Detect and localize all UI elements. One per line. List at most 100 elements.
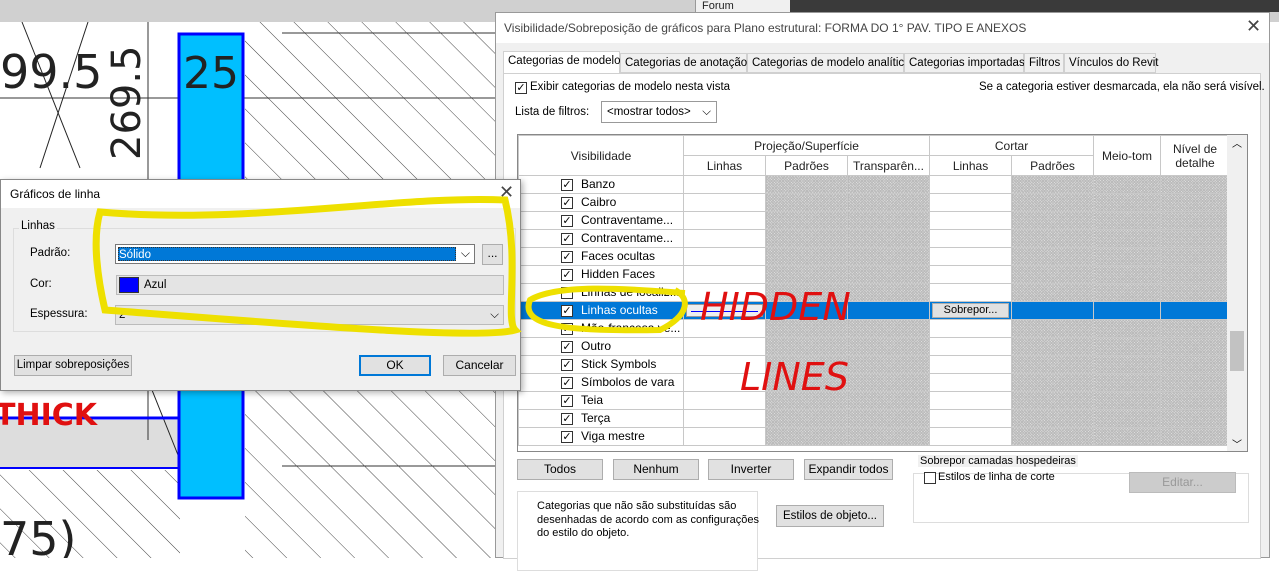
cell-dl[interactable] bbox=[1160, 301, 1231, 320]
cell-pl[interactable] bbox=[683, 409, 766, 428]
cell-pt[interactable] bbox=[846, 319, 931, 338]
cell-dl[interactable] bbox=[1160, 373, 1231, 392]
visibility-checkbox[interactable]: ✓ bbox=[561, 269, 573, 281]
cell-pt[interactable] bbox=[846, 301, 931, 320]
cell-ht[interactable] bbox=[1093, 373, 1162, 392]
visibility-checkbox[interactable]: ✓ bbox=[561, 251, 573, 263]
cell-name[interactable]: ✓ Hidden Faces bbox=[518, 265, 684, 284]
cell-cp[interactable] bbox=[1011, 229, 1095, 248]
cell-pt[interactable] bbox=[846, 391, 931, 410]
cell-pt[interactable] bbox=[846, 283, 931, 302]
header-visibility[interactable]: Visibilidade bbox=[518, 135, 684, 176]
cell-pp[interactable] bbox=[765, 283, 848, 302]
table-row[interactable]: ✓ Contraventame... bbox=[518, 229, 1231, 248]
table-row[interactable]: ✓ Caibro bbox=[518, 193, 1231, 212]
cell-pp[interactable] bbox=[765, 211, 848, 230]
cell-pl[interactable] bbox=[683, 175, 766, 194]
cell-dl[interactable] bbox=[1160, 193, 1231, 212]
cell-cp[interactable] bbox=[1011, 337, 1095, 356]
cell-cl[interactable]: Sobrepor... bbox=[929, 301, 1013, 320]
cell-pt[interactable] bbox=[846, 373, 931, 392]
cell-dl[interactable] bbox=[1160, 265, 1231, 284]
visibility-checkbox[interactable]: ✓ bbox=[561, 197, 573, 209]
cell-name[interactable]: ✓ Contraventame... bbox=[518, 211, 684, 230]
cell-name[interactable]: ✓ Mão-francesa ve... bbox=[518, 319, 684, 338]
cell-cl[interactable] bbox=[929, 337, 1013, 356]
cell-pp[interactable] bbox=[765, 373, 848, 392]
cell-cl[interactable] bbox=[929, 175, 1013, 194]
cell-cl[interactable] bbox=[929, 283, 1013, 302]
cell-pt[interactable] bbox=[846, 193, 931, 212]
table-row[interactable]: ✓ Terça bbox=[518, 409, 1231, 428]
cell-dl[interactable] bbox=[1160, 319, 1231, 338]
cell-dl[interactable] bbox=[1160, 247, 1231, 266]
cut-line-styles-checkbox[interactable] bbox=[924, 472, 936, 484]
cell-ht[interactable] bbox=[1093, 193, 1162, 212]
cell-cl[interactable] bbox=[929, 427, 1013, 446]
filter-list-dropdown[interactable]: <mostrar todos> ⌵ bbox=[601, 101, 717, 123]
cell-pp[interactable] bbox=[765, 355, 848, 374]
visibility-checkbox[interactable]: ✓ bbox=[561, 359, 573, 371]
cell-name[interactable]: ✓ Caibro bbox=[518, 193, 684, 212]
cell-ht[interactable] bbox=[1093, 301, 1162, 320]
visibility-checkbox[interactable]: ✓ bbox=[561, 305, 573, 317]
tab-analytical-categories[interactable]: Categorias de modelo analítico bbox=[747, 53, 911, 73]
cell-cp[interactable] bbox=[1011, 427, 1095, 446]
tab-model-categories[interactable]: Categorias de modelo bbox=[503, 51, 621, 74]
cell-pl[interactable] bbox=[683, 283, 766, 302]
close-icon[interactable]: ✕ bbox=[1246, 16, 1261, 37]
cell-pl[interactable] bbox=[683, 229, 766, 248]
cell-cp[interactable] bbox=[1011, 391, 1095, 410]
cell-cp[interactable] bbox=[1011, 175, 1095, 194]
show-categories-checkbox[interactable]: ✓ bbox=[515, 82, 527, 94]
cell-dl[interactable] bbox=[1160, 229, 1231, 248]
cell-cp[interactable] bbox=[1011, 409, 1095, 428]
table-row[interactable]: ✓ Stick Symbols bbox=[518, 355, 1231, 374]
scroll-up-icon[interactable]: ︿ bbox=[1227, 135, 1247, 150]
color-button[interactable]: Azul bbox=[116, 275, 504, 295]
cell-cl[interactable] bbox=[929, 193, 1013, 212]
cell-cl[interactable] bbox=[929, 319, 1013, 338]
table-row[interactable]: ✓ Outro bbox=[518, 337, 1231, 356]
visibility-checkbox[interactable]: ✓ bbox=[561, 323, 573, 335]
cell-pl[interactable] bbox=[683, 265, 766, 284]
cell-pp[interactable] bbox=[765, 409, 848, 428]
visibility-checkbox[interactable]: ✓ bbox=[561, 341, 573, 353]
cell-pp[interactable] bbox=[765, 247, 848, 266]
cell-cl[interactable] bbox=[929, 211, 1013, 230]
cell-pp[interactable] bbox=[765, 265, 848, 284]
cell-dl[interactable] bbox=[1160, 175, 1231, 194]
cell-pl[interactable] bbox=[683, 193, 766, 212]
cell-pp[interactable] bbox=[765, 319, 848, 338]
visibility-checkbox[interactable]: ✓ bbox=[561, 179, 573, 191]
select-none-button[interactable]: Nenhum bbox=[613, 459, 699, 480]
cell-dl[interactable] bbox=[1160, 211, 1231, 230]
edit-button[interactable]: Editar... bbox=[1129, 472, 1236, 493]
table-row[interactable]: ✓ Linhas ocultas Sobrepor... bbox=[518, 301, 1231, 320]
visibility-checkbox[interactable]: ✓ bbox=[561, 215, 573, 227]
table-row[interactable]: Linhas de localiz... bbox=[518, 283, 1231, 302]
cell-pt[interactable] bbox=[846, 265, 931, 284]
cell-name[interactable]: ✓ Símbolos de vara bbox=[518, 373, 684, 392]
visibility-checkbox[interactable]: ✓ bbox=[561, 431, 573, 443]
cell-cp[interactable] bbox=[1011, 283, 1095, 302]
cell-ht[interactable] bbox=[1093, 175, 1162, 194]
select-all-button[interactable]: Todos bbox=[517, 459, 603, 480]
more-pattern-button[interactable]: ... bbox=[482, 244, 503, 265]
cell-cl[interactable] bbox=[929, 409, 1013, 428]
cell-pl[interactable] bbox=[683, 427, 766, 446]
cell-pp[interactable] bbox=[765, 229, 848, 248]
table-row[interactable]: ✓ Símbolos de vara bbox=[518, 373, 1231, 392]
cell-pl[interactable] bbox=[683, 211, 766, 230]
cell-cl[interactable] bbox=[929, 229, 1013, 248]
cell-cl[interactable] bbox=[929, 373, 1013, 392]
cell-pp[interactable] bbox=[765, 175, 848, 194]
cell-name[interactable]: ✓ Terça bbox=[518, 409, 684, 428]
cell-ht[interactable] bbox=[1093, 265, 1162, 284]
visibility-checkbox[interactable]: ✓ bbox=[561, 377, 573, 389]
cell-name[interactable]: ✓ Stick Symbols bbox=[518, 355, 684, 374]
weight-dropdown[interactable]: 2 ⌵ bbox=[115, 305, 504, 325]
cell-ht[interactable] bbox=[1093, 391, 1162, 410]
grid-scrollbar[interactable]: ︿ ﹀ bbox=[1227, 135, 1247, 451]
cell-ht[interactable] bbox=[1093, 337, 1162, 356]
